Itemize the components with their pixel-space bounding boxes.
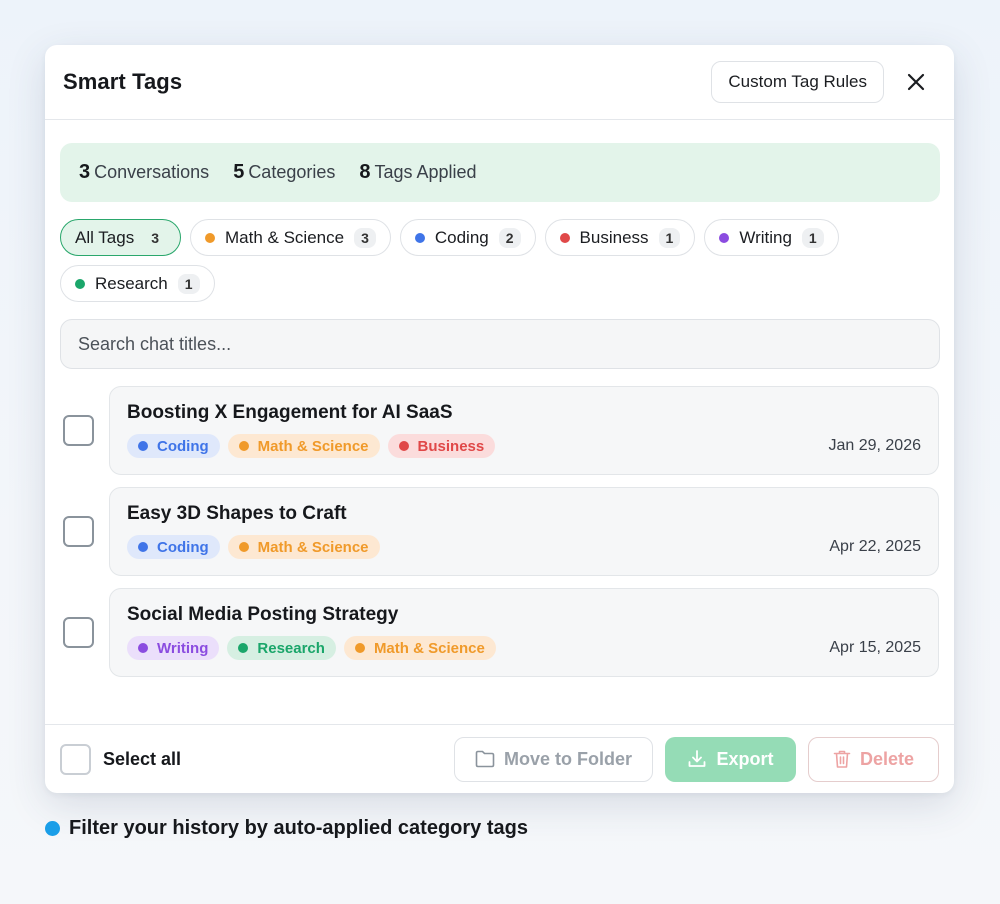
move-to-folder-label: Move to Folder (503, 748, 632, 769)
tag-badge-business: Business (387, 434, 496, 458)
filter-chip-count: 1 (801, 227, 824, 248)
conversation-card[interactable]: Easy 3D Shapes to Craft Coding Math & Scie… (109, 487, 939, 576)
conversation-row: Boosting X Engagement for AI SaaS Coding M… (60, 386, 940, 475)
tag-badge-label: Coding (157, 437, 209, 455)
stat-tags-applied: 8 Tags Applied (359, 161, 477, 183)
tag-badge-label: Math & Science (373, 639, 485, 657)
trash-icon (833, 750, 851, 768)
conversation-card[interactable]: Boosting X Engagement for AI SaaS Coding M… (109, 386, 939, 475)
conversation-checkbox[interactable] (63, 516, 94, 547)
dialog-title: Smart Tags (63, 69, 183, 94)
tag-badge-math-and-science: Math & Science (227, 434, 380, 458)
tag-badge-coding: Coding (127, 535, 220, 559)
conversation-date: Apr 22, 2025 (829, 538, 921, 555)
tag-badge-label: Coding (157, 538, 209, 556)
tag-color-dot (138, 441, 148, 451)
filter-chip-count: 1 (177, 273, 200, 294)
filter-chip-writing[interactable]: Writing 1 (704, 219, 839, 256)
tag-color-dot (138, 542, 148, 552)
filter-chip-count: 3 (354, 227, 376, 248)
tag-color-dot (238, 542, 249, 552)
conversation-title: Easy 3D Shapes to Craft (127, 503, 347, 524)
tag-color-dot (75, 278, 85, 289)
tag-badge-label: Research (257, 639, 325, 657)
caption-text: Filter your history by auto-applied cate… (69, 817, 528, 839)
conversation-date: Jan 29, 2026 (828, 437, 921, 454)
tag-color-dot (138, 643, 148, 653)
tag-badge-coding: Coding (127, 434, 220, 458)
tag-color-dot (559, 232, 570, 243)
conversation-card[interactable]: Social Media Posting Strategy Writing Rese… (109, 588, 939, 677)
filter-chip-all-tags[interactable]: All Tags 3 (60, 219, 182, 256)
tag-badge-math-and-science: Math & Science (227, 535, 380, 559)
tag-color-dot (719, 232, 730, 243)
feature-caption: Filter your history by auto-applied cate… (45, 817, 528, 840)
tag-color-dot (414, 232, 425, 243)
conversation-tags: Coding Math & Science Business (127, 434, 921, 458)
filter-chip-research[interactable]: Research 1 (60, 265, 215, 302)
stat-categories: 5 Categories (233, 161, 336, 183)
tag-badge-label: Math & Science (257, 538, 369, 556)
filter-chip-count: 1 (658, 227, 681, 248)
tag-badge-research: Research (227, 636, 336, 660)
folder-icon (475, 750, 495, 768)
dialog-header: Smart Tags Custom Tag Rules (45, 45, 954, 120)
conversation-date: Apr 15, 2025 (829, 639, 921, 656)
bullet-dot (45, 821, 60, 836)
select-all-checkbox[interactable]: Select all (60, 743, 442, 775)
select-all-label: Select all (103, 748, 182, 769)
filter-chip-label: Writing (739, 227, 792, 247)
conversation-checkbox[interactable] (63, 617, 94, 648)
conversation-title: Boosting X Engagement for AI SaaS (127, 402, 453, 423)
select-all-box[interactable] (60, 743, 91, 775)
tag-badge-math-and-science: Math & Science (343, 636, 496, 660)
stats-bar: 3 Conversations 5 Categories 8 Tags Applied (60, 143, 940, 202)
tag-badge-label: Writing (157, 639, 209, 657)
filter-chip-label: Coding (434, 227, 489, 247)
filter-chip-business[interactable]: Business 1 (544, 219, 696, 256)
close-button[interactable] (896, 62, 936, 102)
tag-filter-chips: All Tags 3 Math & Science 3 Coding 2 Business 1… (60, 219, 940, 311)
conversation-list: Boosting X Engagement for AI SaaS Coding M… (60, 386, 940, 689)
filter-chip-count: 3 (151, 229, 160, 246)
conversation-checkbox[interactable] (63, 415, 94, 446)
delete-label: Delete (859, 748, 915, 769)
tag-color-dot (238, 441, 249, 451)
export-button[interactable]: Export (665, 736, 796, 782)
filter-chip-math-and-science[interactable]: Math & Science 3 (190, 219, 391, 256)
tag-badge-label: Math & Science (257, 437, 369, 455)
conversation-tags: Writing Research Math & Science (127, 636, 921, 660)
stat-conversations: 3 Conversations (79, 161, 210, 183)
conversation-row: Easy 3D Shapes to Craft Coding Math & Scie… (60, 487, 940, 576)
filter-chip-label: Research (95, 273, 168, 293)
custom-tag-rules-button[interactable]: Custom Tag Rules (711, 61, 884, 103)
tag-color-dot (354, 643, 365, 653)
export-label: Export (716, 748, 774, 769)
conversation-tags: Coding Math & Science (127, 535, 921, 559)
tag-color-dot (238, 643, 249, 653)
conversation-title: Social Media Posting Strategy (127, 604, 399, 625)
filter-chip-coding[interactable]: Coding 2 (399, 219, 536, 256)
conversation-row: Social Media Posting Strategy Writing Rese… (60, 588, 940, 677)
download-icon (689, 750, 706, 767)
move-to-folder-button[interactable]: Move to Folder (454, 736, 653, 782)
filter-chip-label: Business (579, 227, 649, 247)
tag-color-dot (205, 232, 216, 243)
filter-chip-count: 2 (498, 227, 521, 248)
filter-chip-label: All Tags (75, 227, 135, 247)
dialog-footer: Select all Move to Folder Export Delete (45, 724, 954, 793)
tag-badge-writing: Writing (127, 636, 220, 660)
search-input[interactable] (60, 319, 940, 369)
smart-tags-dialog: Smart Tags Custom Tag Rules 3 Conversatio… (45, 45, 954, 793)
chip-row: Research 1 (60, 265, 940, 302)
filter-chip-label: Math & Science (225, 227, 345, 247)
close-icon (907, 73, 925, 91)
chip-row: All Tags 3 Math & Science 3 Coding 2 Business 1… (60, 219, 940, 256)
delete-button[interactable]: Delete (808, 736, 939, 782)
tag-color-dot (398, 441, 409, 451)
tag-badge-label: Business (417, 437, 485, 455)
